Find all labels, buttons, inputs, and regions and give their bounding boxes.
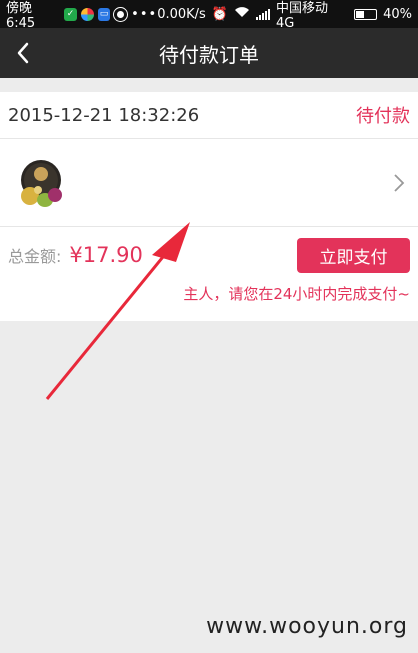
- order-datetime: 2015-12-21 18:32:26: [8, 104, 200, 126]
- signal-icon: [256, 8, 271, 20]
- more-dots-icon: •••: [131, 6, 158, 22]
- product-row[interactable]: [0, 139, 418, 227]
- back-icon[interactable]: [12, 41, 36, 65]
- total-row: 总金额: ¥17.90 立即支付: [0, 227, 418, 283]
- order-header: 2015-12-21 18:32:26 待付款: [0, 92, 418, 139]
- battery-percent: 40%: [383, 6, 412, 22]
- page-title: 待付款订单: [159, 42, 259, 67]
- total-amount: ¥17.90: [69, 243, 143, 267]
- product-thumbnail: [18, 158, 64, 208]
- total-label: 总金额:: [8, 247, 62, 266]
- battery-icon: [353, 8, 378, 20]
- network-speed: 0.00K/s: [157, 6, 206, 22]
- chevron-right-icon[interactable]: [392, 172, 406, 194]
- carrier: 中国移动 4G: [276, 1, 329, 31]
- shield-icon: ✓: [64, 7, 77, 21]
- status-time: 傍晚6:45: [6, 1, 36, 31]
- film-reel-icon: [113, 6, 129, 22]
- alarm-icon: ⏰: [211, 6, 229, 22]
- pay-now-button[interactable]: 立即支付: [297, 237, 410, 273]
- wifi-icon: [234, 6, 250, 22]
- app-icon: [80, 7, 94, 21]
- watermark: www.wooyun.org: [206, 614, 408, 639]
- status-bar: 傍晚6:45 ✓ ▭ ••• 0.00K/s ⏰ 中国移动 4G 40%: [0, 0, 418, 31]
- order-card: 2015-12-21 18:32:26 待付款 总金额: ¥17.90 立即支付…: [0, 92, 418, 321]
- nav-bar: 待付款订单: [0, 28, 418, 78]
- payment-reminder: 主人，请您在24小时内完成支付~: [183, 285, 410, 303]
- order-status: 待付款: [356, 106, 410, 127]
- message-icon: ▭: [97, 7, 111, 21]
